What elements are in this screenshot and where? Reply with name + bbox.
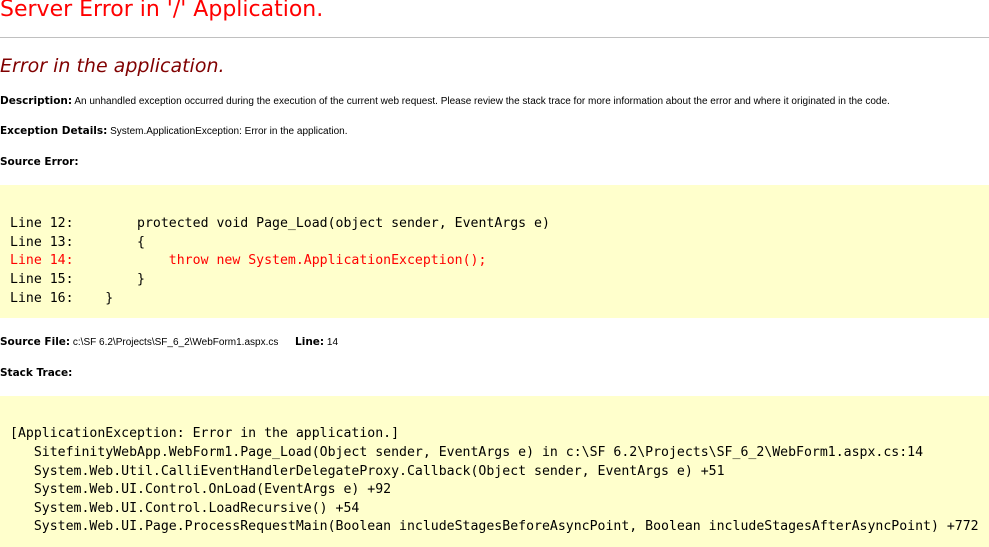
line-code: } xyxy=(73,291,114,306)
line-number: Line 16: xyxy=(10,291,74,306)
page-title: Server Error in '/' Application. xyxy=(0,0,324,22)
source-line-value: 14 xyxy=(326,337,339,348)
stack-trace-heading: Stack Trace: xyxy=(0,367,72,379)
stack-trace-line: SitefinityWebApp.WebForm1.Page_Load(Obje… xyxy=(10,445,924,460)
exception-details-text: System.ApplicationException: Error in th… xyxy=(110,126,348,137)
source-line: Line 15: } xyxy=(10,271,145,289)
error-subtitle: Error in the application. xyxy=(0,55,225,77)
line-number: Line 15: xyxy=(10,272,74,287)
stack-trace-line: System.Web.UI.Control.LoadRecursive() +5… xyxy=(10,501,360,516)
exception-details-label: Exception Details: xyxy=(0,125,108,137)
stack-trace-line: System.Web.UI.Page.ProcessRequestMain(Bo… xyxy=(10,519,979,534)
stack-trace-line: [ApplicationException: Error in the appl… xyxy=(10,426,400,441)
stack-trace-line: System.Web.UI.Control.OnLoad(EventArgs e… xyxy=(10,482,392,497)
description-paragraph: Description: An unhandled exception occu… xyxy=(0,95,890,107)
source-error-heading: Source Error: xyxy=(0,156,79,168)
line-number: Line 14: xyxy=(10,253,74,268)
line-code: throw new System.ApplicationException(); xyxy=(73,253,487,268)
line-code: protected void Page_Load(object sender, … xyxy=(73,216,550,231)
line-code: { xyxy=(73,235,145,250)
stack-trace-box: [ApplicationException: Error in the appl… xyxy=(0,396,989,547)
source-error-box: Line 12: protected void Page_Load(object… xyxy=(0,185,989,318)
line-number: Line 13: xyxy=(10,235,74,250)
source-error-label: Source Error: xyxy=(0,156,79,168)
title-divider xyxy=(0,37,989,38)
source-line: Line 16: } xyxy=(10,290,113,308)
stack-trace-line: System.Web.Util.CalliEventHandlerDelegat… xyxy=(10,464,725,479)
source-line: Line 13: { xyxy=(10,234,145,252)
line-number: Line 12: xyxy=(10,216,74,231)
source-line: Line 12: protected void Page_Load(object… xyxy=(10,215,550,233)
source-file-paragraph: Source File: c:\SF 6.2\Projects\SF_6_2\W… xyxy=(0,336,338,348)
exception-details-paragraph: Exception Details: System.ApplicationExc… xyxy=(0,125,347,137)
source-file-path: c:\SF 6.2\Projects\SF_6_2\WebForm1.aspx.… xyxy=(72,337,279,348)
source-line-highlighted: Line 14: throw new System.ApplicationExc… xyxy=(10,252,486,270)
description-label: Description: xyxy=(0,95,73,107)
source-line-label: Line: xyxy=(295,336,325,348)
line-code: } xyxy=(73,272,145,287)
source-file-label: Source File: xyxy=(0,336,71,348)
stack-trace-label: Stack Trace: xyxy=(0,367,73,379)
description-text: An unhandled exception occurred during t… xyxy=(74,96,890,107)
